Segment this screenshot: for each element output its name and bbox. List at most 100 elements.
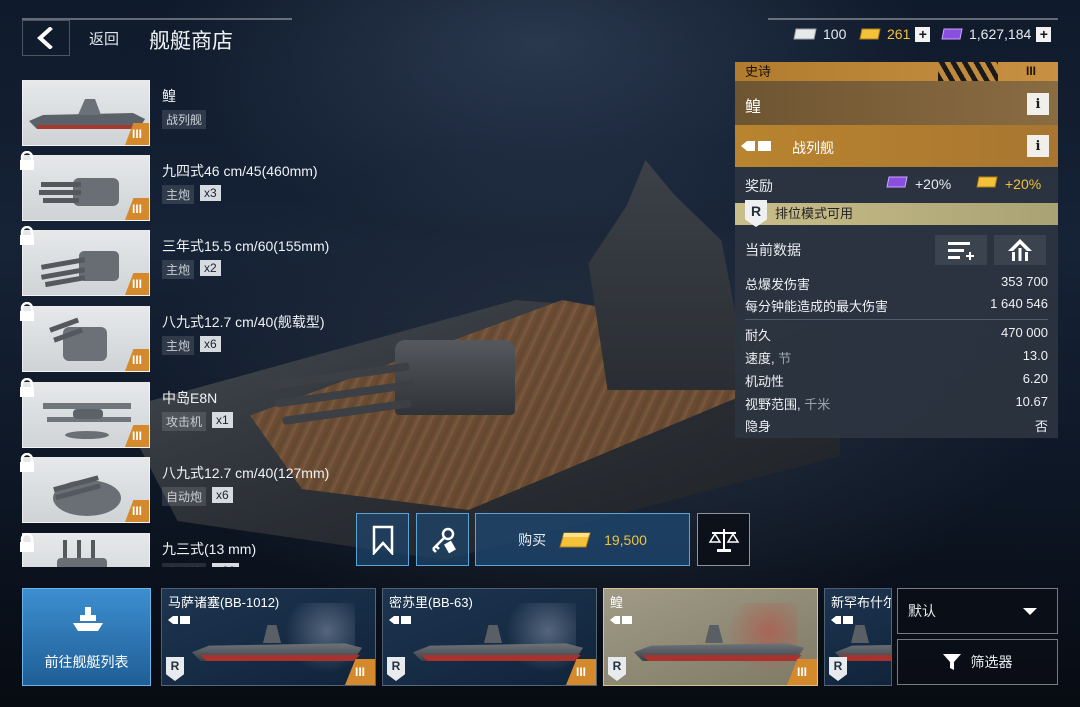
scales-icon: [708, 528, 739, 552]
module-type: 自动炮: [162, 563, 207, 567]
caret-down-icon: [1023, 608, 1037, 615]
module-row-main-gun-1[interactable]: III 九四式46 cm/45(460mm) 主炮 x3: [20, 151, 350, 221]
stat-value: 353 700: [1001, 274, 1048, 289]
ship-class-label: 战列舰: [792, 140, 834, 156]
stats-box: 奖励 +20% +20% R 排位模式可用 当前数据 总爆发伤害 353 700…: [735, 167, 1058, 438]
reward-gold-bonus: +20%: [1005, 176, 1042, 192]
chevron-left-icon: [37, 27, 53, 49]
module-count: x20: [212, 563, 240, 567]
ship-class-bar: 战列舰 i: [735, 125, 1058, 167]
ship-card-name: 鳇: [610, 595, 624, 610]
filter-button[interactable]: 筛选器: [897, 639, 1058, 685]
stat-value: 1 640 546: [990, 296, 1048, 311]
ranked-badge-icon: R: [387, 657, 405, 681]
ship-card[interactable]: 马萨诸塞(BB-1012) R III: [161, 588, 376, 686]
gift-key-button[interactable]: [416, 513, 469, 566]
stat-value: 否: [1034, 419, 1048, 434]
add-gold-button[interactable]: +: [915, 26, 931, 42]
module-row-main-gun-2[interactable]: III 三年式15.5 cm/60(155mm) 主炮 x2: [20, 226, 350, 296]
funnel-icon: [942, 654, 961, 670]
module-row-main-gun-3[interactable]: III 八九式12.7 cm/40(舰载型) 主炮 x6: [20, 302, 350, 372]
module-thumbnail: III: [22, 382, 150, 448]
module-row-auto-gun-1[interactable]: III 八九式12.7 cm/40(127mm) 自动炮 x6: [20, 453, 350, 523]
stat-label: 耐久: [745, 328, 772, 343]
stat-value: 13.0: [1022, 348, 1048, 363]
ship-card[interactable]: 密苏里(BB-63) R III: [382, 588, 597, 686]
ranked-badge-icon: R: [745, 200, 767, 227]
lock-icon: [20, 453, 34, 472]
silver-bar-icon: [793, 28, 817, 40]
lock-icon: [20, 378, 34, 397]
compare-button[interactable]: [697, 513, 750, 566]
battleship-class-icon: [389, 616, 411, 624]
module-name: 中岛E8N: [162, 390, 218, 406]
module-name: 九三式(13 mm): [162, 541, 257, 557]
tier-label: III: [1025, 64, 1036, 78]
lock-icon: [20, 533, 34, 552]
class-info-button[interactable]: i: [1027, 135, 1049, 157]
stat-row: 每分钟能造成的最大伤害 1 640 546: [745, 296, 1048, 315]
stat-label: 速度,: [745, 351, 779, 366]
module-name: 鳇: [162, 88, 176, 104]
buy-price: 19,500: [604, 531, 647, 548]
stat-value: 6.20: [1022, 371, 1048, 386]
module-name: 三年式15.5 cm/60(155mm): [162, 238, 330, 254]
gold-bar-icon: [859, 28, 881, 40]
lock-icon: [20, 226, 34, 245]
ranked-badge-icon: R: [608, 657, 626, 681]
module-thumbnail: III: [22, 306, 150, 372]
module-count: x1: [212, 412, 233, 428]
add-purple-button[interactable]: +: [1036, 26, 1052, 42]
module-name: 八九式12.7 cm/40(舰载型): [162, 314, 325, 330]
rising-sun-emblem: [727, 603, 797, 673]
module-type: 攻击机: [162, 412, 207, 431]
bookmark-button[interactable]: [356, 513, 409, 566]
wing-emblem: [506, 603, 576, 673]
sort-dropdown[interactable]: 默认: [897, 588, 1058, 634]
reward-label: 奖励: [745, 178, 773, 194]
stat-label: 机动性: [745, 374, 785, 389]
ship-card-name: 密苏里(BB-63): [389, 595, 473, 610]
stat-row: 耐久 470 000: [745, 325, 1048, 344]
module-count: x6: [212, 487, 233, 503]
stat-unit: 千米: [804, 397, 831, 412]
buy-button[interactable]: 购买 19,500: [475, 513, 690, 566]
module-row-auto-gun-2[interactable]: 九三式(13 mm) 自动炮 x20: [20, 533, 350, 567]
currency-gold: 261 +: [858, 26, 931, 42]
stat-row: 视野范围, 千米 10.67: [745, 394, 1048, 413]
ship-info-button[interactable]: i: [1027, 93, 1049, 115]
back-label[interactable]: 返回: [89, 28, 119, 49]
module-thumbnail: [22, 533, 150, 567]
ship-card[interactable]: 新罕布什尔 R: [824, 588, 892, 686]
ship-card-name: 新罕布什尔: [831, 595, 892, 610]
module-row-aircraft[interactable]: III 中岛E8N 攻击机 x1: [20, 378, 350, 448]
wing-emblem: [285, 603, 355, 673]
key-icon: [431, 527, 456, 553]
current-data-label: 当前数据: [745, 242, 801, 258]
module-type: 战列舰: [162, 110, 207, 129]
upgrade-arrows-icon: [1008, 239, 1032, 261]
purple-amount: 1,627,184: [969, 26, 1032, 42]
stat-row: 机动性 6.20: [745, 371, 1048, 390]
upgrade-button[interactable]: [994, 235, 1046, 265]
goto-ship-list-button[interactable]: 前往舰艇列表: [22, 588, 151, 686]
currency-purple: 1,627,184 +: [940, 26, 1052, 42]
module-type: 主炮: [162, 336, 195, 355]
battleship-class-icon: [610, 616, 632, 624]
battleship-class-icon: [741, 141, 771, 151]
module-count: x2: [200, 260, 221, 276]
battleship-class-icon: [168, 616, 190, 624]
stats-divider: [745, 319, 1048, 320]
silver-amount: 100: [823, 26, 847, 42]
ship-card-selected[interactable]: 鳇 R III: [603, 588, 818, 686]
module-row-ship[interactable]: III 鳇 战列舰: [20, 80, 350, 146]
back-button[interactable]: [22, 20, 70, 56]
stat-label: 每分钟能造成的最大伤害: [745, 299, 889, 314]
module-thumbnail: III: [22, 230, 150, 296]
rarity-bar: 史诗 III: [735, 62, 1058, 81]
buy-label: 购买: [518, 531, 547, 548]
rarity-label: 史诗: [745, 64, 772, 79]
top-divider-right: [768, 18, 1058, 20]
stats-list-button[interactable]: [935, 235, 987, 265]
stat-value: 470 000: [1001, 325, 1048, 340]
